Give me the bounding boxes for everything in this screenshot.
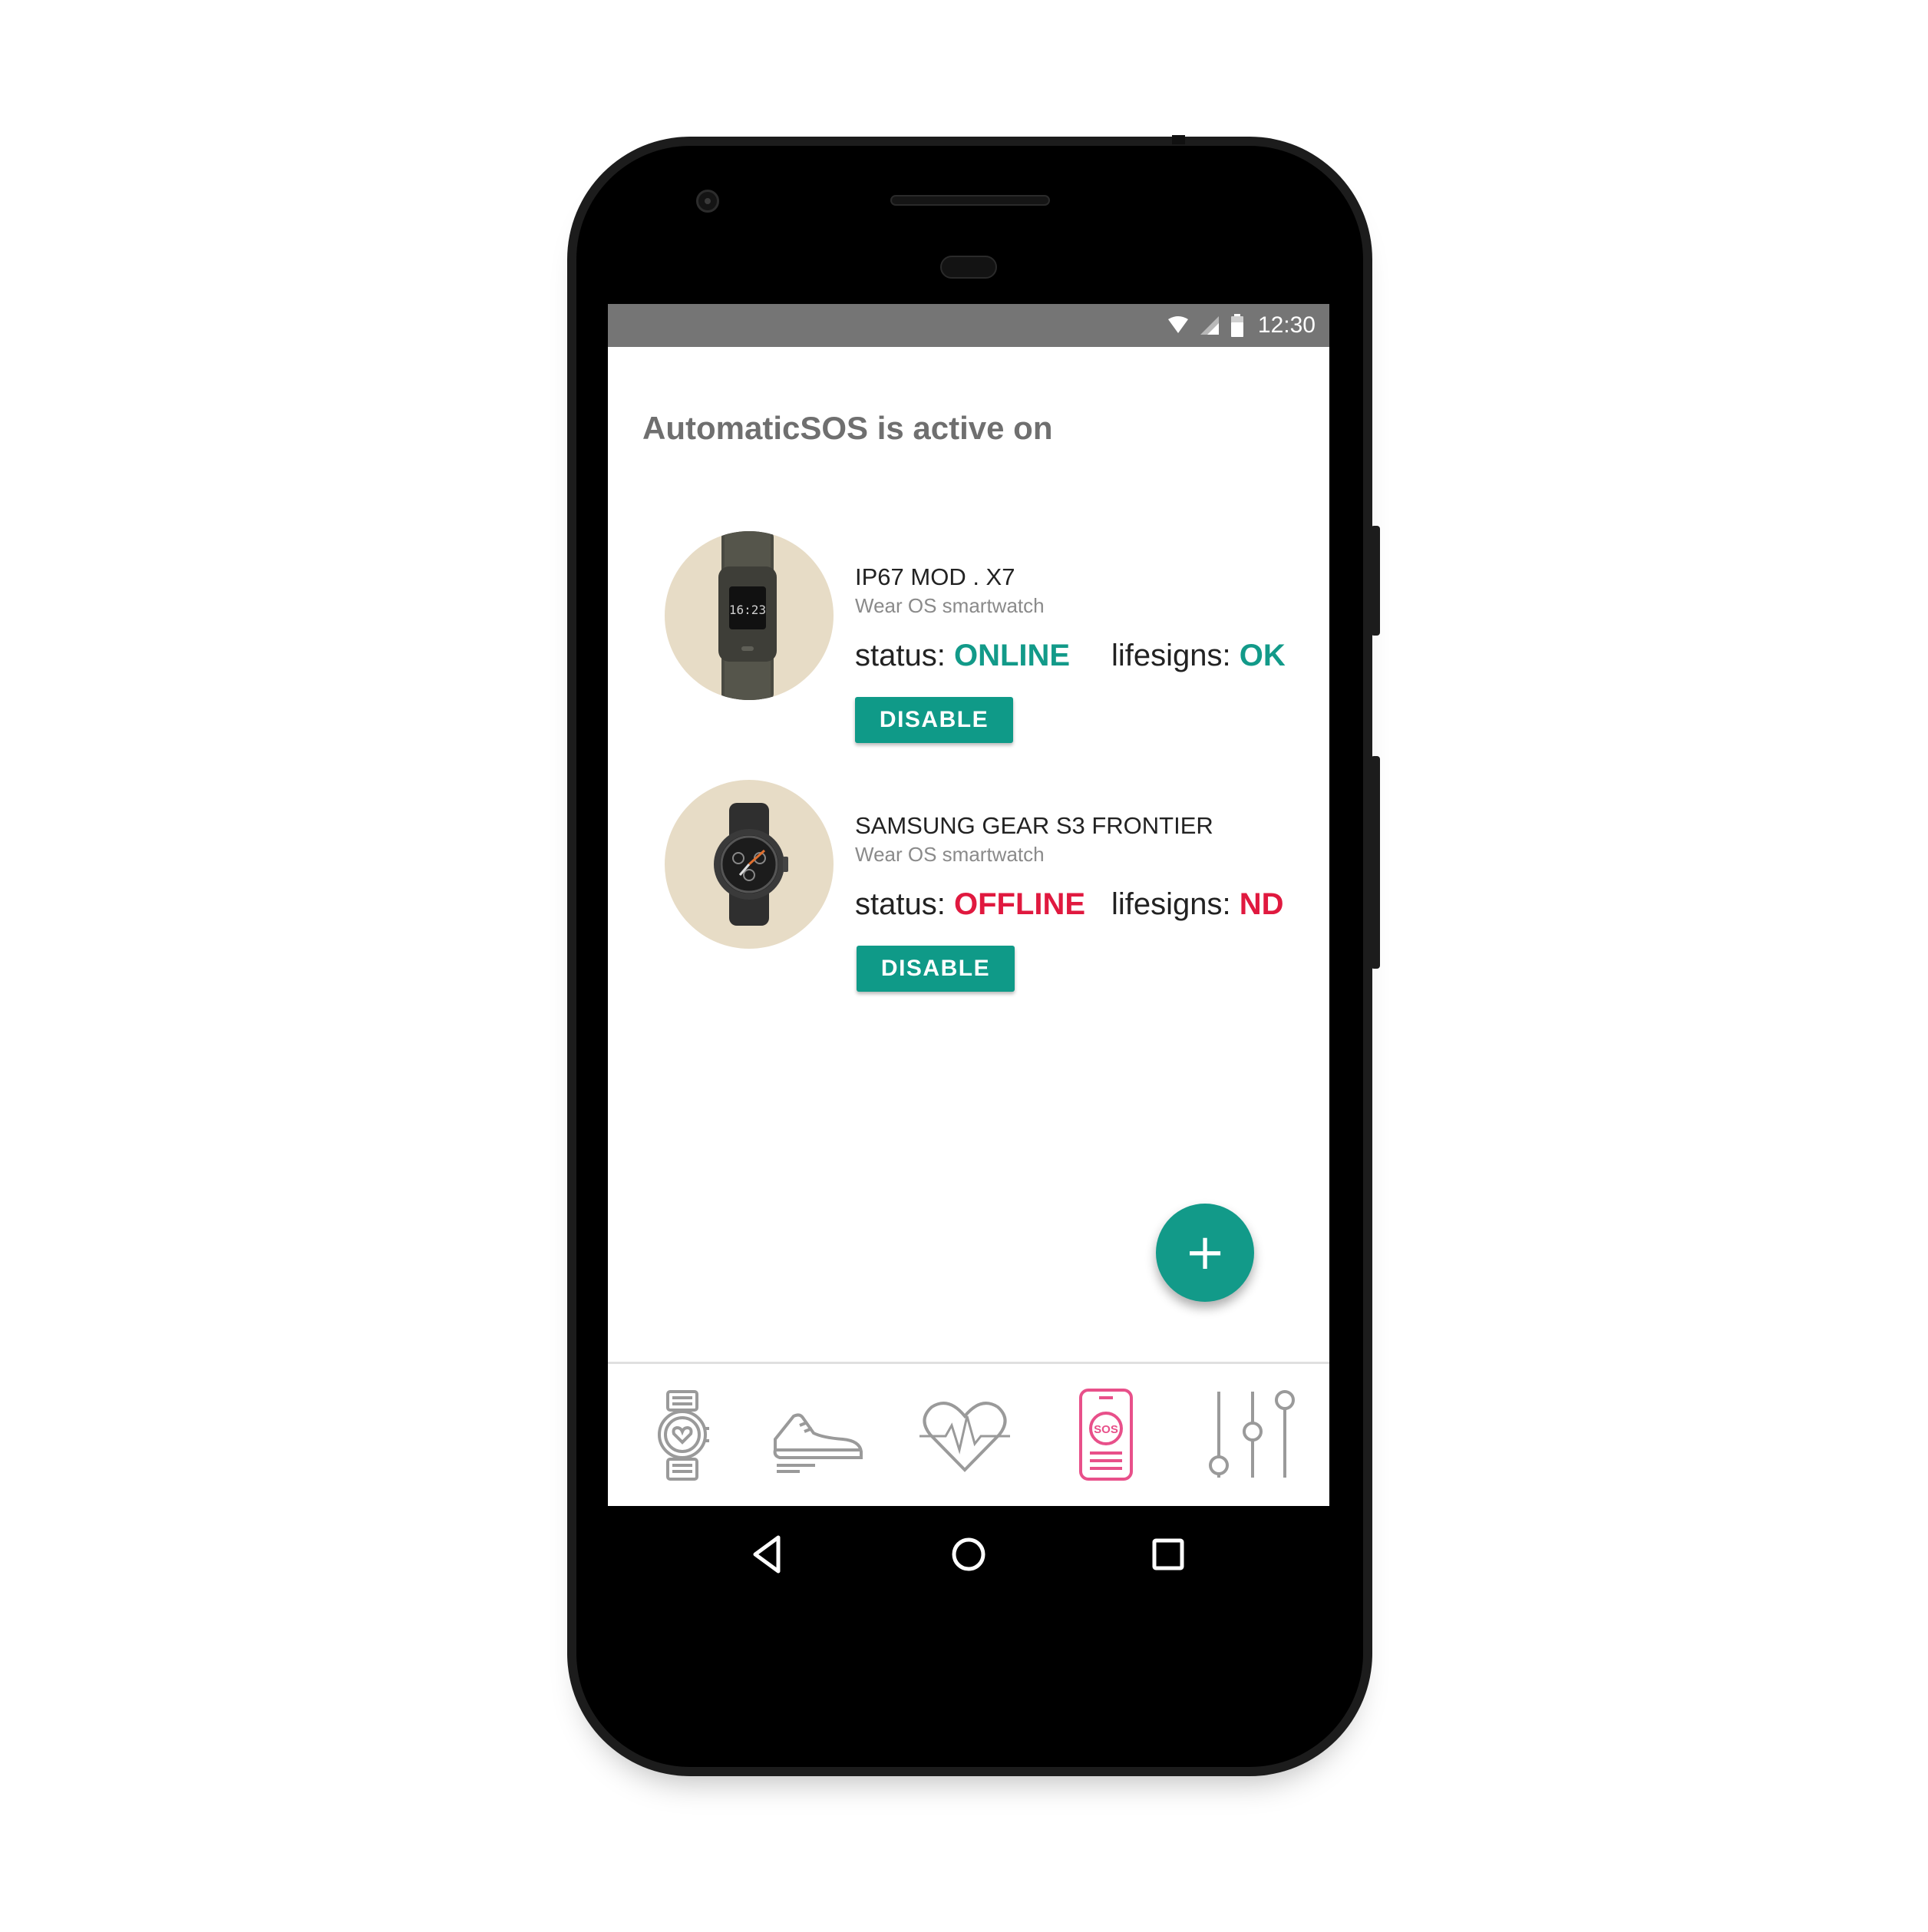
device-name: SAMSUNG GEAR S3 FRONTIER: [855, 812, 1213, 839]
front-camera: [696, 190, 719, 213]
nav-settings[interactable]: [1199, 1385, 1299, 1485]
heartbeat-icon: [919, 1402, 1010, 1472]
bottom-nav: SOS: [608, 1362, 1329, 1506]
status-value: OFFLINE: [953, 887, 1086, 921]
device-status-row: status: OFFLINE lifesigns: ND: [855, 887, 1284, 922]
device-type: Wear OS smartwatch: [855, 594, 1045, 617]
status-bar: 12:30: [608, 304, 1329, 347]
battery-icon: [1230, 314, 1243, 337]
device-card: 16:23 IP67 MOD . X7 Wear OS smartwatch s…: [665, 531, 1325, 754]
device-name: IP67 MOD . X7: [855, 563, 1015, 590]
device-card: SAMSUNG GEAR S3 FRONTIER Wear OS smartwa…: [665, 780, 1325, 1002]
lifesigns: lifesigns: ND: [1111, 887, 1284, 922]
system-nav-bar: [608, 1506, 1329, 1603]
signal-icon: [1200, 316, 1219, 335]
device-status-row: status: ONLINE lifesigns: OK: [855, 639, 1286, 673]
nav-smartwatch[interactable]: [632, 1385, 732, 1485]
wifi-icon: [1167, 316, 1188, 333]
app-screen: 12:30 AutomaticSOS is active on 16:23 IP…: [608, 304, 1329, 1506]
recents-icon[interactable]: [1145, 1531, 1191, 1577]
svg-text:SOS: SOS: [1094, 1423, 1118, 1436]
add-device-button[interactable]: +: [1156, 1204, 1254, 1302]
disable-button[interactable]: DISABLE: [857, 946, 1015, 992]
status-time: 12:30: [1257, 312, 1316, 338]
earpiece-speaker: [890, 195, 1050, 206]
lifesigns-label: lifesigns:: [1111, 887, 1231, 921]
status-label: status:: [855, 887, 946, 921]
nav-activity[interactable]: [769, 1385, 869, 1485]
sos-phone-icon: SOS: [1079, 1389, 1133, 1481]
nav-heart-rate[interactable]: [915, 1385, 1015, 1485]
sneaker-icon: [773, 1413, 863, 1473]
smartwatch-heart-icon: [658, 1390, 709, 1481]
lifesigns-value: OK: [1239, 639, 1286, 672]
device-image-watch: [665, 780, 834, 949]
volume-button: [1371, 756, 1380, 969]
device-image-band: 16:23: [665, 531, 834, 700]
phone-top-button: [1172, 135, 1185, 144]
disable-button[interactable]: DISABLE: [855, 697, 1013, 743]
lifesigns-label: lifesigns:: [1111, 639, 1231, 672]
lifesigns-value: ND: [1239, 887, 1284, 921]
back-icon[interactable]: [746, 1531, 792, 1577]
sliders-icon: [1209, 1390, 1295, 1478]
lifesigns: lifesigns: OK: [1111, 639, 1286, 673]
page-title: AutomaticSOS is active on: [642, 410, 1053, 446]
proximity-sensor: [940, 256, 997, 279]
nav-sos[interactable]: SOS: [1056, 1385, 1156, 1485]
band-display-time: 16:23: [729, 603, 766, 617]
power-button: [1371, 526, 1380, 636]
status-label: status:: [855, 639, 946, 672]
status-value: ONLINE: [953, 639, 1071, 672]
device-type: Wear OS smartwatch: [855, 843, 1045, 866]
home-icon[interactable]: [946, 1531, 992, 1577]
